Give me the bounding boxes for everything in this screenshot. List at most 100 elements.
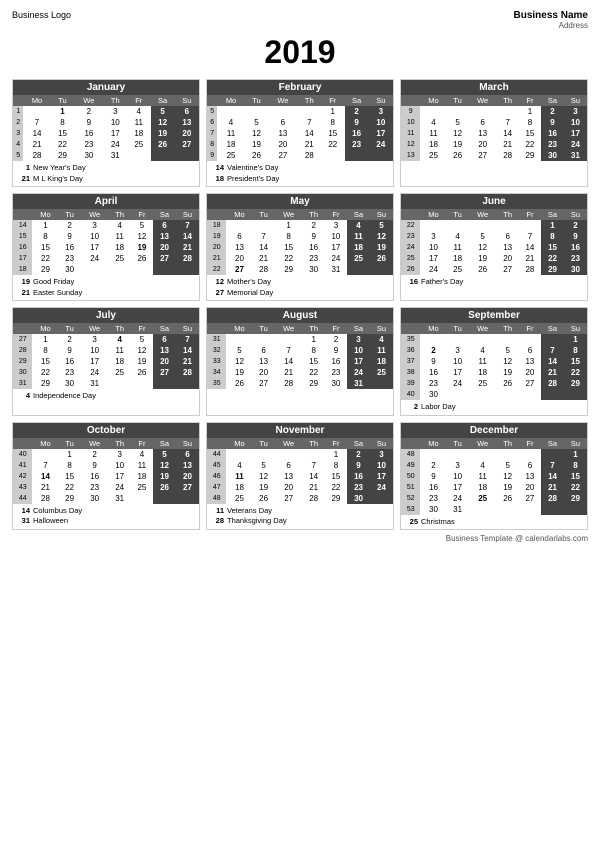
weekday: 5 xyxy=(131,334,153,345)
weekday: 8 xyxy=(59,460,81,471)
weekday: 2 xyxy=(325,334,347,345)
weekday xyxy=(519,389,541,400)
holidays-list: 4Independence Day xyxy=(13,389,199,404)
weekend-header: Su xyxy=(175,95,199,106)
week-number: 18 xyxy=(13,264,32,275)
month-block-july: JulyMoTuWeThFrSaSu2712345672889101112131… xyxy=(12,307,200,416)
weekday xyxy=(447,334,469,345)
wk-header xyxy=(207,323,226,334)
weekday xyxy=(469,449,497,460)
table-row: 1615161718192021 xyxy=(13,242,199,253)
weekday: 10 xyxy=(81,345,109,356)
weekday: 13 xyxy=(275,471,303,482)
weekday: 31 xyxy=(81,378,109,389)
weekday-header: Tu xyxy=(253,438,275,449)
calendar-table: MoTuWeThFrSaSu31123432567891011331213141… xyxy=(207,323,393,389)
weekend-day: 8 xyxy=(564,345,587,356)
weekend-day: 31 xyxy=(347,378,370,389)
weekend-header: Sa xyxy=(347,438,370,449)
holiday-day: 18 xyxy=(210,174,224,185)
weekday-header: Tu xyxy=(59,209,81,220)
weekend-day: 9 xyxy=(564,231,587,242)
weekday: 20 xyxy=(519,367,541,378)
weekday: 16 xyxy=(81,471,109,482)
weekday: 15 xyxy=(275,242,303,253)
weekday: 24 xyxy=(104,139,127,150)
weekday: 30 xyxy=(59,378,81,389)
weekend-day xyxy=(369,150,393,161)
weekday: 15 xyxy=(321,128,344,139)
weekday: 30 xyxy=(59,264,81,275)
table-row: 528293031 xyxy=(13,150,199,161)
week-number: 22 xyxy=(401,220,420,231)
table-row: 3312131415161718 xyxy=(207,356,393,367)
weekday: 19 xyxy=(469,253,497,264)
weekend-day xyxy=(345,150,369,161)
month-block-june: JuneMoTuWeThFrSaSu2212233456789241011121… xyxy=(400,193,588,301)
weekday xyxy=(275,334,303,345)
weekday: 8 xyxy=(325,460,347,471)
weekend-day: 13 xyxy=(153,345,176,356)
weekday: 24 xyxy=(447,493,469,504)
weekday: 18 xyxy=(469,482,497,493)
week-number: 40 xyxy=(13,449,32,460)
weekday xyxy=(497,449,519,460)
holiday-name: M L King's Day xyxy=(33,174,83,185)
table-row: 311234 xyxy=(207,334,393,345)
weekend-day: 20 xyxy=(176,471,199,482)
weekend-day xyxy=(541,449,564,460)
weekday: 25 xyxy=(217,150,244,161)
weekend-day: 29 xyxy=(541,264,564,275)
weekday: 25 xyxy=(469,378,497,389)
weekday xyxy=(420,220,446,231)
weekend-day: 14 xyxy=(541,356,564,367)
weekday: 21 xyxy=(23,139,50,150)
weekend-header: Su xyxy=(176,323,199,334)
calendar-table: MoTuWeThFrSaSu22122334567892410111213141… xyxy=(401,209,587,275)
weekday: 5 xyxy=(131,220,153,231)
weekday: 16 xyxy=(420,482,446,493)
weekday: 22 xyxy=(32,367,58,378)
table-row: 1045678910 xyxy=(401,117,587,128)
weekday: 20 xyxy=(226,253,252,264)
weekday xyxy=(298,106,321,117)
weekday: 6 xyxy=(469,117,497,128)
holiday-item: 21Easter Sunday xyxy=(16,288,196,299)
weekday xyxy=(226,220,252,231)
weekday-header: Th xyxy=(303,438,325,449)
table-row: 2410111213141516 xyxy=(401,242,587,253)
weekday: 8 xyxy=(32,345,58,356)
weekday: 9 xyxy=(420,356,446,367)
weekend-day: 3 xyxy=(370,449,393,460)
table-row: 1111121314151617 xyxy=(401,128,587,139)
calendar-table: MoTuWeThFrSaSu35136234567837910111213141… xyxy=(401,323,587,400)
week-number: 53 xyxy=(401,504,420,515)
weekend-day: 14 xyxy=(176,231,199,242)
weekday-header: Th xyxy=(109,209,131,220)
week-number: 34 xyxy=(207,367,226,378)
weekday: 16 xyxy=(420,367,446,378)
weekday: 21 xyxy=(519,253,541,264)
week-number: 14 xyxy=(13,220,32,231)
weekend-day: 22 xyxy=(564,482,587,493)
weekday: 30 xyxy=(420,504,446,515)
month-header: October xyxy=(13,423,199,438)
week-number: 42 xyxy=(13,471,32,482)
weekday xyxy=(420,449,446,460)
weekday: 24 xyxy=(325,253,347,264)
week-number: 28 xyxy=(13,345,32,356)
weekday: 6 xyxy=(226,231,252,242)
weekday-header: Th xyxy=(497,95,519,106)
weekday: 21 xyxy=(253,253,275,264)
weekday: 8 xyxy=(303,345,325,356)
weekday: 26 xyxy=(131,367,153,378)
weekend-header: Sa xyxy=(541,438,564,449)
weekday: 5 xyxy=(469,231,497,242)
weekday: 21 xyxy=(497,139,519,150)
weekend-day: 18 xyxy=(347,242,370,253)
weekday: 24 xyxy=(81,367,109,378)
weekday: 23 xyxy=(74,139,103,150)
calendar-table: MoTuWeThFrSaSu51236456789107111213141516… xyxy=(207,95,393,161)
week-number: 6 xyxy=(207,117,217,128)
table-row: 2120212223242526 xyxy=(207,253,393,264)
